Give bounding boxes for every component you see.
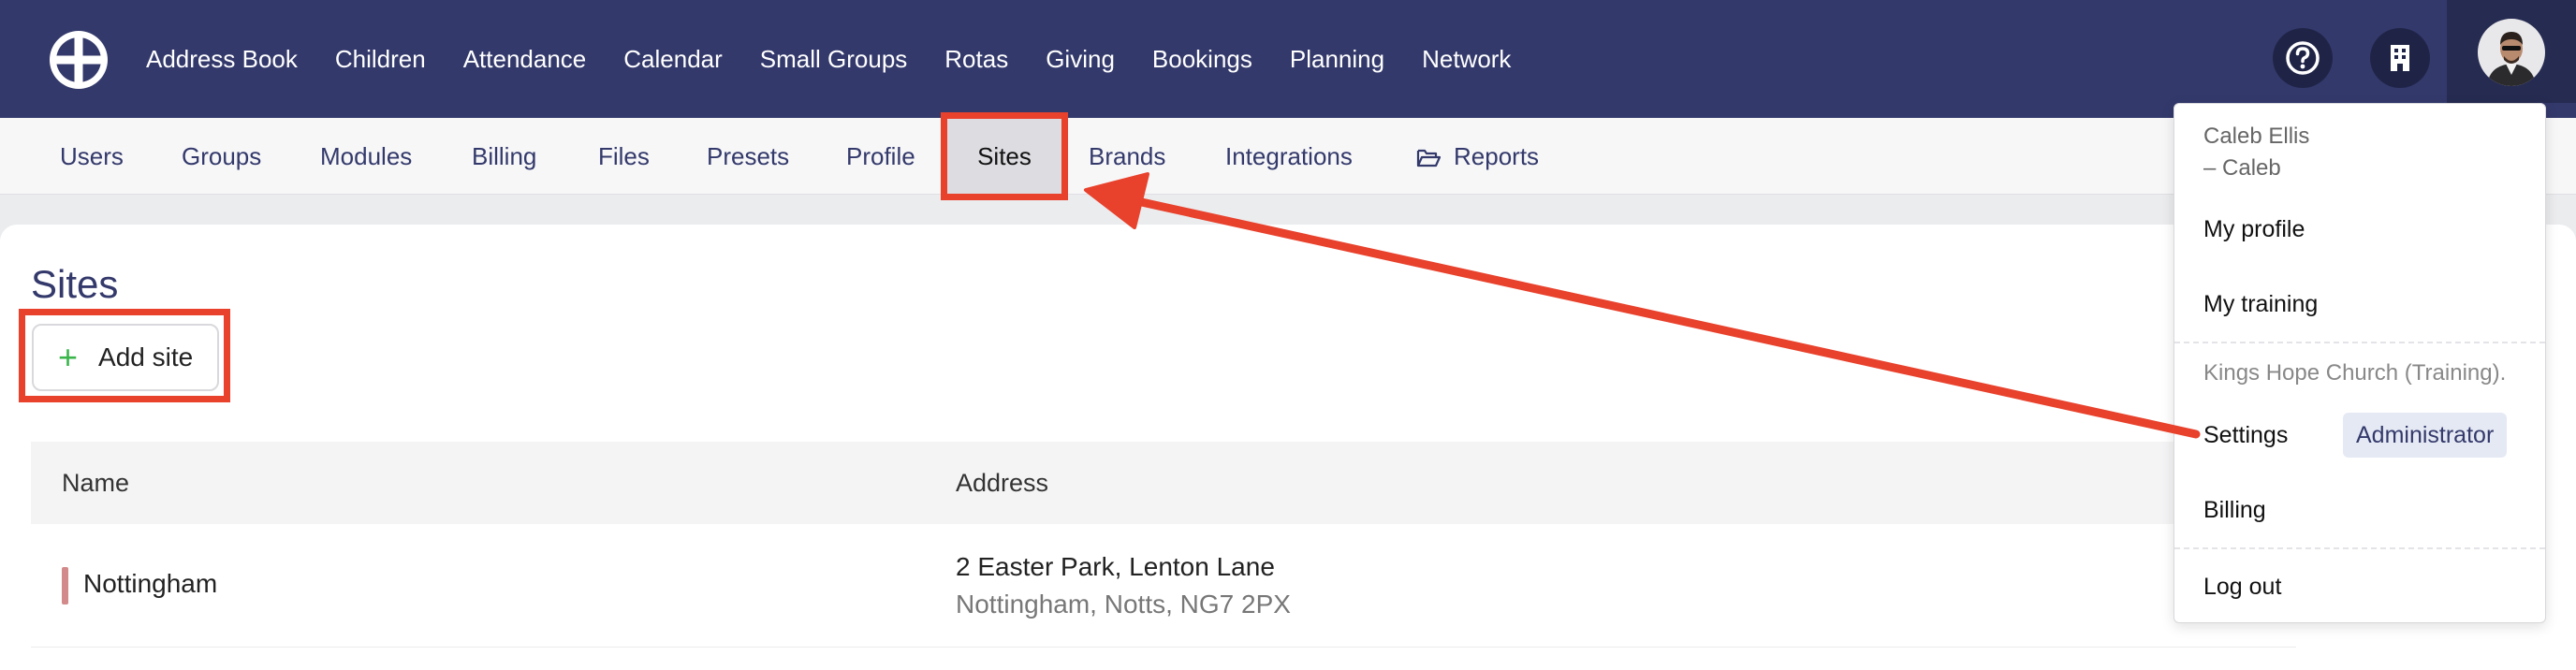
church-logo-icon[interactable] <box>47 28 110 92</box>
main-nav: Address Book Children Attendance Calenda… <box>146 0 1548 118</box>
tab-reports-label: Reports <box>1454 142 1540 170</box>
top-navigation-bar: Address Book Children Attendance Calenda… <box>0 0 2576 118</box>
nav-planning[interactable]: Planning <box>1290 45 1384 74</box>
nav-giving[interactable]: Giving <box>1046 45 1115 74</box>
sites-tab-highlight <box>941 112 1068 200</box>
nav-attendance[interactable]: Attendance <box>463 45 587 74</box>
user-dropdown-menu: Caleb Ellis – Caleb My profile My traini… <box>2174 103 2546 623</box>
user-short-name: – Caleb <box>2203 155 2281 181</box>
table-row[interactable]: Nottingham 2 Easter Park, Lenton Lane No… <box>31 524 2296 648</box>
organisation-name: Kings Hope Church (Training). <box>2203 360 2507 386</box>
menu-item-my-profile[interactable]: My profile <box>2203 216 2305 243</box>
nav-children[interactable]: Children <box>335 45 426 74</box>
site-address-line-1: 2 Easter Park, Lenton Lane <box>956 552 1275 581</box>
nav-bookings[interactable]: Bookings <box>1152 45 1252 74</box>
tab-profile[interactable]: Profile <box>846 118 915 195</box>
nav-address-book[interactable]: Address Book <box>146 45 298 74</box>
tab-users[interactable]: Users <box>60 118 124 195</box>
menu-divider <box>2174 547 2545 549</box>
avatar <box>2478 19 2545 86</box>
site-color-marker <box>62 567 68 604</box>
user-photo-icon <box>2478 19 2545 86</box>
tab-presets[interactable]: Presets <box>707 118 789 195</box>
table-header: Name Address <box>31 442 2296 524</box>
menu-item-log-out[interactable]: Log out <box>2203 574 2281 601</box>
organisation-button[interactable] <box>2370 28 2430 88</box>
tab-files[interactable]: Files <box>598 118 650 195</box>
role-badge: Administrator <box>2343 413 2508 458</box>
dropdown-user-info: Caleb Ellis – Caleb <box>2203 121 2309 184</box>
help-icon <box>2286 41 2320 75</box>
column-header-name[interactable]: Name <box>62 442 129 524</box>
building-icon <box>2391 45 2409 71</box>
column-header-address[interactable]: Address <box>956 442 1048 524</box>
menu-item-billing[interactable]: Billing <box>2203 497 2266 524</box>
site-name[interactable]: Nottingham <box>83 569 217 599</box>
nav-calendar[interactable]: Calendar <box>623 45 723 74</box>
tab-integrations[interactable]: Integrations <box>1225 118 1353 195</box>
nav-network[interactable]: Network <box>1422 45 1511 74</box>
tab-billing[interactable]: Billing <box>472 118 536 195</box>
site-address-line-2: Nottingham, Notts, NG7 2PX <box>956 590 1291 619</box>
user-full-name: Caleb Ellis <box>2203 124 2310 149</box>
menu-item-my-training[interactable]: My training <box>2203 291 2318 318</box>
tab-brands[interactable]: Brands <box>1089 118 1165 195</box>
tab-modules[interactable]: Modules <box>320 118 412 195</box>
nav-small-groups[interactable]: Small Groups <box>760 45 908 74</box>
user-menu-button[interactable] <box>2447 0 2576 103</box>
add-site-highlight <box>19 309 230 402</box>
folder-open-icon <box>1416 149 1441 168</box>
page-title: Sites <box>31 262 119 306</box>
menu-divider <box>2174 342 2545 343</box>
tab-groups[interactable]: Groups <box>182 118 261 195</box>
menu-item-settings[interactable]: Settings <box>2203 422 2288 449</box>
tab-reports[interactable]: Reports <box>1416 118 1539 195</box>
help-button[interactable] <box>2273 28 2333 88</box>
nav-rotas[interactable]: Rotas <box>944 45 1008 74</box>
